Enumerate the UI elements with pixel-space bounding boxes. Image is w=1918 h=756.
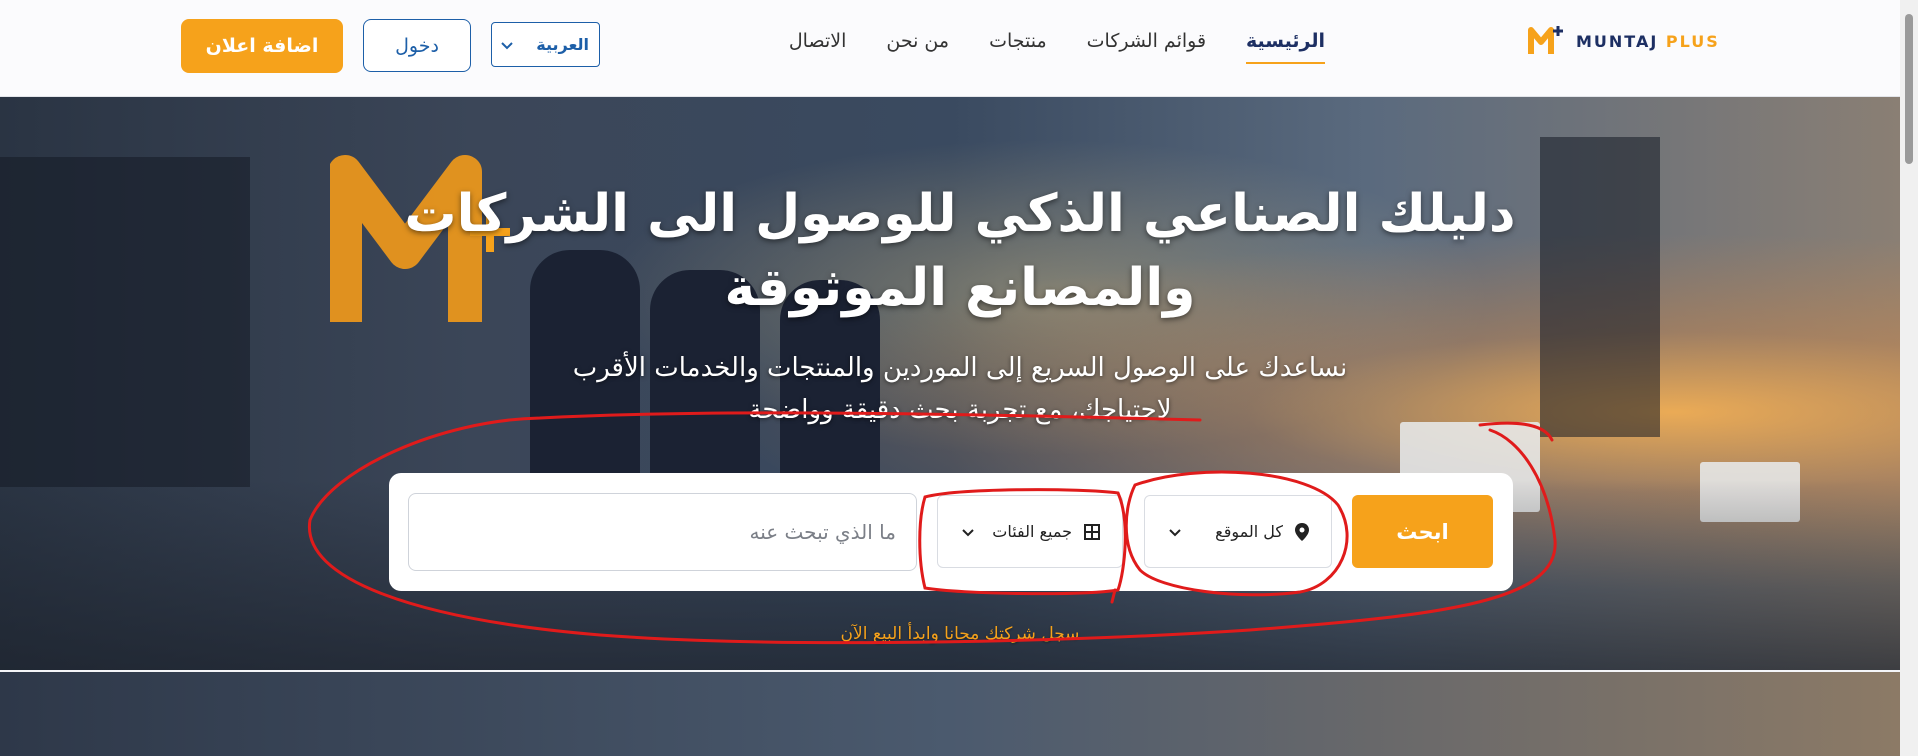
category-select[interactable]: جميع الفئات xyxy=(937,495,1123,568)
site-header: MUNTAJ PLUS الرئيسية قوائم الشركات منتجا… xyxy=(0,0,1900,97)
location-select[interactable]: كل الموقع xyxy=(1144,495,1332,568)
nav-item-products[interactable]: منتجات xyxy=(989,30,1047,60)
brand-logo[interactable]: MUNTAJ PLUS xyxy=(1528,24,1720,58)
next-section-preview xyxy=(0,672,1900,756)
brand-name-plus: PLUS xyxy=(1665,31,1720,51)
language-select-value: العربية xyxy=(536,35,589,54)
login-button[interactable]: دخول xyxy=(363,19,471,72)
hero-subtitle-line-2: لاحتياجك، مع تجربة بحث دقيقة وواضحة xyxy=(748,395,1172,425)
scrollbar-thumb[interactable] xyxy=(1905,14,1913,164)
main-nav: الرئيسية قوائم الشركات منتجات من نحن الا… xyxy=(789,30,1325,64)
map-pin-icon xyxy=(1295,522,1309,541)
background-shelves xyxy=(0,157,250,487)
nav-item-home[interactable]: الرئيسية xyxy=(1246,30,1325,64)
register-company-link[interactable]: سجل شركتك مجانا وابدأ البيع الآن xyxy=(760,624,1160,644)
nav-item-company-lists[interactable]: قوائم الشركات xyxy=(1087,30,1206,60)
add-ad-button[interactable]: اضافة اعلان xyxy=(181,19,343,73)
hero-subtitle-line-1: نساعدك على الوصول السريع إلى الموردين وا… xyxy=(572,353,1348,383)
brand-name: MUNTAJ PLUS xyxy=(1576,32,1720,51)
chevron-down-icon xyxy=(1169,528,1181,536)
search-input[interactable] xyxy=(408,493,917,571)
category-select-value: جميع الفئات xyxy=(992,522,1072,541)
search-button[interactable]: ابحث xyxy=(1352,495,1493,568)
hero-title: دليلك الصناعي الذكي للوصول الى الشركات و… xyxy=(330,177,1590,325)
hero-subtitle: نساعدك على الوصول السريع إلى الموردين وا… xyxy=(480,347,1440,431)
page-scrollbar[interactable] xyxy=(1900,0,1918,756)
chevron-down-icon xyxy=(962,528,974,536)
hero-title-line-1: دليلك الصناعي الذكي للوصول الى الشركات xyxy=(404,184,1516,244)
language-select[interactable]: العربية xyxy=(491,22,600,67)
grid-icon xyxy=(1084,523,1100,540)
nav-item-about[interactable]: من نحن xyxy=(886,30,949,60)
chevron-down-icon xyxy=(501,41,513,49)
brand-name-main: MUNTAJ xyxy=(1576,31,1659,51)
nav-item-contact[interactable]: الاتصال xyxy=(789,30,846,60)
hero-title-line-2: والمصانع الموثوقة xyxy=(724,258,1196,318)
brand-logo-icon xyxy=(1528,26,1563,54)
location-select-value: كل الموقع xyxy=(1215,522,1283,541)
